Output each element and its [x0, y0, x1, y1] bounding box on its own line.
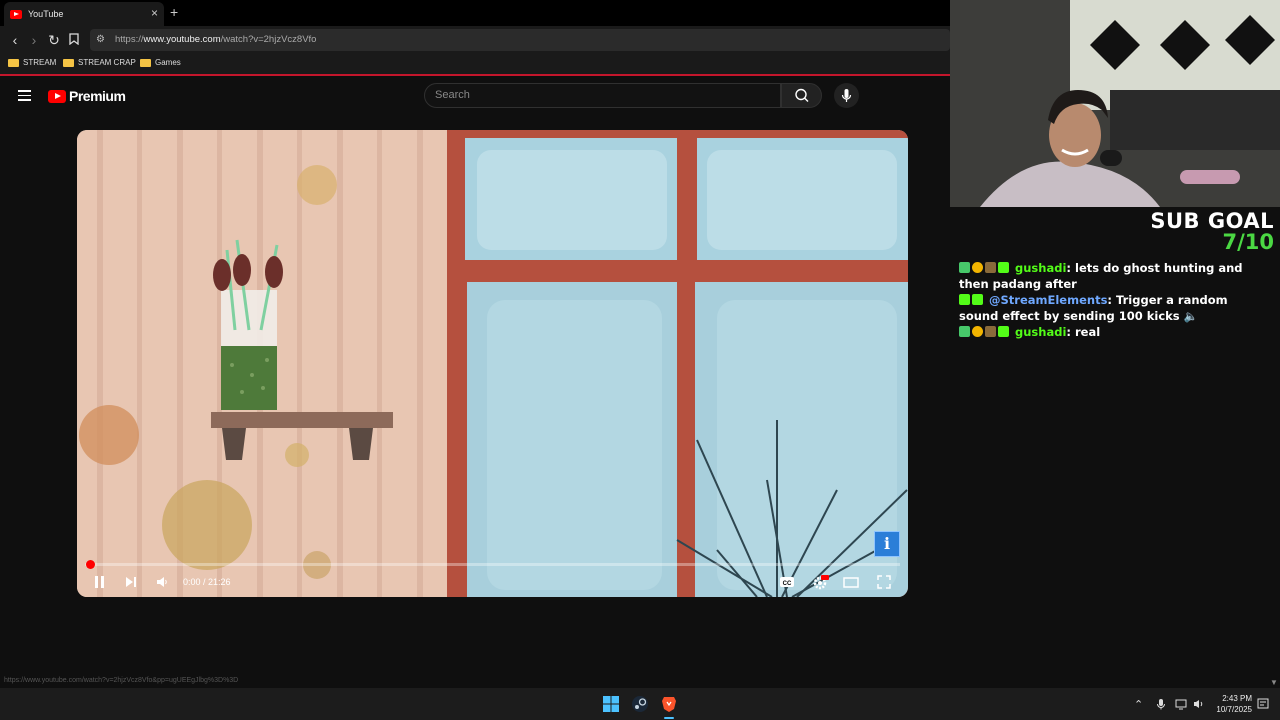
progress-bar[interactable]	[85, 560, 900, 569]
badge-icon	[985, 326, 996, 337]
system-clock[interactable]: 2:43 PM 10/7/2025	[1212, 693, 1252, 715]
search-input[interactable]: Search	[424, 83, 781, 108]
url-host: www.youtube.com	[143, 34, 221, 45]
address-bar[interactable]: ⚙ https://www.youtube.com/watch?v=2hjzVc…	[90, 29, 950, 51]
folder-icon	[8, 58, 19, 67]
folder-icon	[63, 58, 74, 67]
search-icon	[795, 88, 809, 102]
bookmark-stream-crap[interactable]: STREAM CRAP	[63, 58, 136, 67]
settings-button[interactable]	[811, 573, 829, 591]
captions-button[interactable]: CC	[779, 573, 795, 591]
badge-icon	[972, 326, 983, 337]
badge-icon	[959, 262, 970, 273]
badge-icon	[959, 294, 970, 305]
video-player[interactable]: 0:00 / 21:26 i CC	[77, 130, 908, 597]
browser-toolbar: ‹ › ↻ ⚙ https://www.youtube.com/watch?v=…	[0, 26, 950, 54]
theater-icon	[843, 577, 859, 588]
badge-icon	[972, 262, 983, 273]
bookmark-icon[interactable]	[65, 31, 83, 49]
scroll-down-icon[interactable]: ▼	[1270, 678, 1278, 687]
forward-icon[interactable]: ›	[25, 31, 43, 49]
chat-username: @StreamElements	[989, 293, 1108, 307]
close-tab-icon[interactable]: ×	[151, 6, 158, 20]
svg-text:CC: CC	[783, 581, 792, 587]
pause-icon	[95, 576, 104, 588]
fullscreen-icon	[877, 575, 891, 589]
chat-text: real	[1075, 325, 1101, 339]
status-bar-url: https://www.youtube.com/watch?v=2hjzVcz8…	[4, 677, 239, 684]
badge-icon	[985, 262, 996, 273]
tab-title: YouTube	[28, 9, 64, 19]
captions-icon: CC	[780, 577, 794, 587]
folder-icon	[140, 58, 151, 67]
taskbar: ⌃ 2:43 PM 10/7/2025	[0, 688, 1280, 720]
url-prefix: https://	[115, 34, 144, 45]
show-hidden-icons-chevron-icon[interactable]: ⌃	[1134, 698, 1143, 711]
screen: YouTube × + ‹ › ↻ ⚙ https://www.youtube.…	[0, 0, 1280, 720]
bookmark-label: STREAM	[23, 58, 57, 67]
info-card-icon[interactable]: i	[874, 531, 900, 557]
clock-date: 10/7/2025	[1216, 705, 1252, 714]
youtube-header: Premium Search	[0, 76, 950, 116]
bookmark-stream[interactable]: STREAM	[8, 58, 56, 67]
brave-browser-icon[interactable]	[660, 695, 678, 719]
sub-goal-value: 7/10	[1222, 230, 1274, 254]
gear-icon	[813, 575, 829, 590]
browser-tab-bar: YouTube × +	[0, 0, 950, 26]
back-icon[interactable]: ‹	[6, 31, 24, 49]
reload-icon[interactable]: ↻	[45, 31, 63, 49]
chat-overlay: gushadi: lets do ghost hunting and then …	[959, 260, 1271, 340]
fullscreen-button[interactable]	[876, 573, 892, 591]
chat-message: @StreamElements: Trigger a random sound …	[959, 293, 1228, 323]
video-frame	[77, 130, 908, 597]
bookmark-games[interactable]: Games	[140, 58, 181, 67]
volume-tray-icon[interactable]	[1193, 698, 1205, 713]
notifications-icon[interactable]	[1257, 698, 1269, 713]
bookmark-label: STREAM CRAP	[78, 58, 136, 67]
bookmarks-bar: STREAM STREAM CRAP Games	[0, 54, 950, 74]
youtube-logo[interactable]: Premium	[48, 88, 126, 104]
site-settings-icon[interactable]: ⚙	[96, 29, 105, 51]
new-tab-icon[interactable]: +	[170, 4, 178, 20]
bookmark-label: Games	[155, 58, 181, 67]
timecode: 0:00 / 21:26	[183, 577, 231, 587]
url-path: /watch?v=2hjzVcz8Vfo	[220, 34, 317, 45]
badge-icon	[959, 326, 970, 337]
search-button[interactable]	[781, 83, 822, 108]
kick-icon	[998, 326, 1009, 337]
chat-username: gushadi	[1015, 261, 1067, 275]
volume-button[interactable]	[155, 573, 169, 591]
logo-text: Premium	[69, 88, 126, 104]
menu-icon[interactable]	[18, 90, 31, 101]
volume-icon	[157, 577, 167, 587]
chat-message: gushadi: real	[959, 324, 1271, 340]
streamer-camera-image	[950, 0, 1280, 207]
webcam-feed	[950, 0, 1280, 207]
microphone-tray-icon[interactable]	[1156, 698, 1166, 713]
clock-time: 2:43 PM	[1222, 694, 1252, 703]
next-button[interactable]	[124, 573, 138, 591]
kick-icon	[972, 294, 983, 305]
theater-mode-button[interactable]	[843, 573, 859, 591]
chat-username: gushadi	[1015, 325, 1067, 339]
steam-icon[interactable]	[631, 695, 649, 713]
next-icon	[126, 577, 136, 587]
progress-scrubber[interactable]	[85, 560, 95, 569]
youtube-favicon-icon	[10, 9, 22, 19]
pause-button[interactable]	[93, 573, 107, 591]
microphone-icon	[841, 89, 852, 102]
tab-youtube[interactable]: YouTube ×	[4, 2, 164, 26]
voice-search-button[interactable]	[834, 83, 859, 108]
chat-message: gushadi: lets do ghost hunting and then …	[959, 261, 1243, 291]
youtube-play-icon	[48, 89, 66, 103]
network-icon[interactable]	[1175, 698, 1189, 713]
kick-icon	[998, 262, 1009, 273]
windows-start-icon[interactable]	[602, 695, 620, 713]
